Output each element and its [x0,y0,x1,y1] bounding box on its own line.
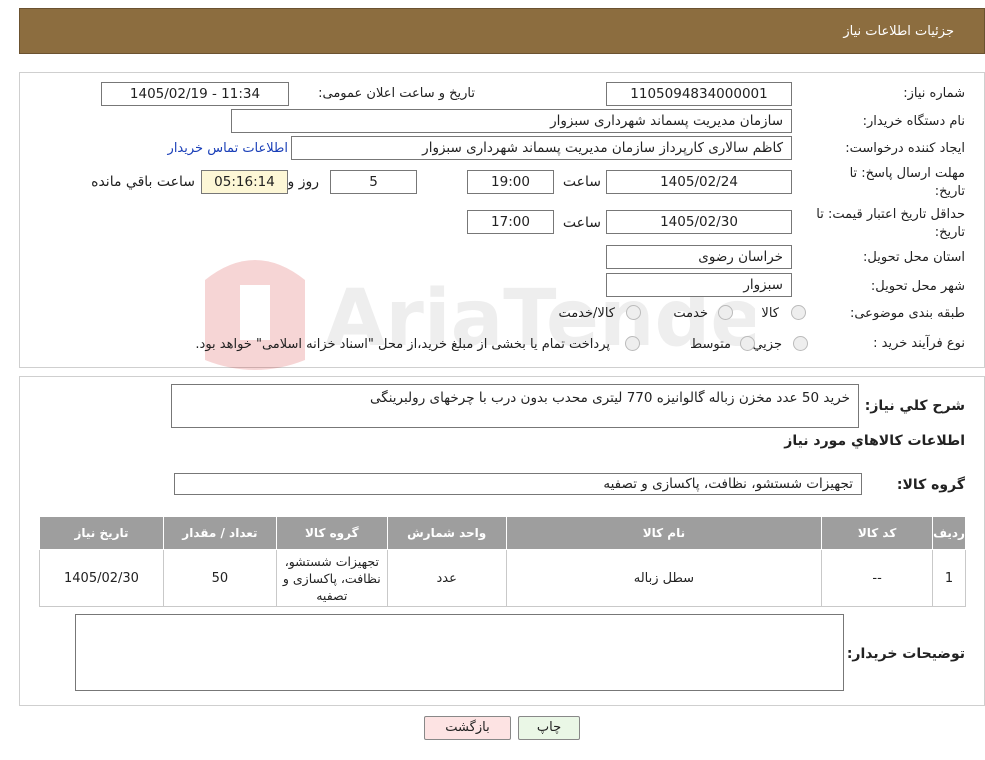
cell-date: 1405/02/30 [39,549,164,607]
col-name: نام کالا [505,516,823,550]
validity-time-field[interactable]: 17:00 [467,210,554,234]
days-remaining-field[interactable]: 5 [330,170,417,194]
deadline-label: مهلت ارسال پاسخ: تا [849,166,965,181]
category-option-goods-service: کالا/خدمت [558,306,615,321]
validity-label-date: تاریخ: [934,225,965,240]
category-option-service: خدمت [673,306,708,321]
announce-label: تاریخ و ساعت اعلان عمومی: [318,86,475,101]
group-label: گروه کالا: [896,477,965,493]
province-label: استان محل تحویل: [863,250,965,265]
category-radio-service[interactable] [718,305,733,320]
category-label: طبقه بندی موضوعی: [849,306,965,321]
summary-field[interactable]: خرید 50 عدد مخزن زباله گالوانیزه 770 لیت… [171,384,859,428]
deadline-time-field[interactable]: 19:00 [467,170,554,194]
process-radio-medium[interactable] [740,336,755,351]
deadline-date-field[interactable]: 1405/02/24 [606,170,792,194]
col-row: ردیف [932,516,966,550]
process-label: نوع فرآیند خرید : [873,336,965,351]
validity-label: حداقل تاریخ اعتبار قیمت: تا [816,207,965,222]
print-button[interactable]: چاپ [518,716,580,740]
city-field[interactable]: سبزوار [606,273,792,297]
cell-qty: 50 [162,549,277,607]
cell-name: سطل زباله [505,549,823,607]
buyer-notes-field[interactable] [75,614,844,691]
col-unit: واحد شمارش [386,516,507,550]
col-date: تاریخ نیاز [39,516,164,550]
validity-time-label: ساعت [562,215,601,231]
category-radio-goods-service[interactable] [626,305,641,320]
table-row: 1 -- سطل زباله عدد تجهیزات شستشو، نظافت،… [39,549,966,607]
payment-checkbox[interactable] [625,336,640,351]
cell-unit: عدد [386,549,507,607]
cell-row: 1 [932,549,966,607]
category-option-goods: کالا [761,306,779,321]
remaining-time-field[interactable]: 05:16:14 [201,170,288,194]
days-label: روز و [287,174,320,190]
need-number-field[interactable]: 1105094834000001 [606,82,792,106]
summary-label: شرح کلي نياز: [864,398,965,414]
col-code: کد کالا [821,516,934,550]
creator-label: ایجاد کننده درخواست: [845,141,965,156]
page-header: جزئیات اطلاعات نیاز [19,8,985,54]
process-option-medium: متوسط [690,337,731,352]
goods-section-title: اطلاعات کالاهاي مورد نياز [784,433,965,449]
cell-group: تجهیزات شستشو، نظافت، پاکسازی و تصفیه [275,549,388,607]
col-qty: تعداد / مقدار [162,516,277,550]
buyer-org-label: نام دستگاه خریدار: [862,114,965,129]
validity-date-field[interactable]: 1405/02/30 [606,210,792,234]
goods-table: ردیف کد کالا نام کالا واحد شمارش گروه کا… [39,516,966,607]
creator-field[interactable]: کاظم سالاری کارپرداز سازمان مدیریت پسمان… [291,136,792,160]
cell-code: -- [821,549,934,607]
process-radio-minor[interactable] [793,336,808,351]
announce-datetime-field[interactable]: 1405/02/19 - 11:34 [101,82,289,106]
category-radio-goods[interactable] [791,305,806,320]
payment-note: پرداخت تمام یا بخشی از مبلغ خرید،از محل … [195,337,610,352]
buyer-contact-link[interactable]: اطلاعات تماس خریدار [168,141,288,156]
deadline-time-label: ساعت [562,174,601,190]
back-button[interactable]: بازگشت [424,716,511,740]
process-option-minor: جزیي [752,337,782,352]
remaining-time-label: ساعت باقي مانده [91,174,195,190]
group-field[interactable]: تجهیزات شستشو، نظافت، پاکسازی و تصفیه [174,473,862,495]
page-title: جزئیات اطلاعات نیاز [843,24,954,39]
city-label: شهر محل تحویل: [870,279,965,294]
deadline-label-date: تاریخ: [934,184,965,199]
buyer-notes-label: توضیحات خریدار: [846,646,965,662]
buyer-org-field[interactable]: سازمان مدیریت پسماند شهرداری سبزوار [231,109,792,133]
province-field[interactable]: خراسان رضوی [606,245,792,269]
col-group: گروه کالا [275,516,388,550]
need-number-label: شماره نیاز: [903,86,965,101]
